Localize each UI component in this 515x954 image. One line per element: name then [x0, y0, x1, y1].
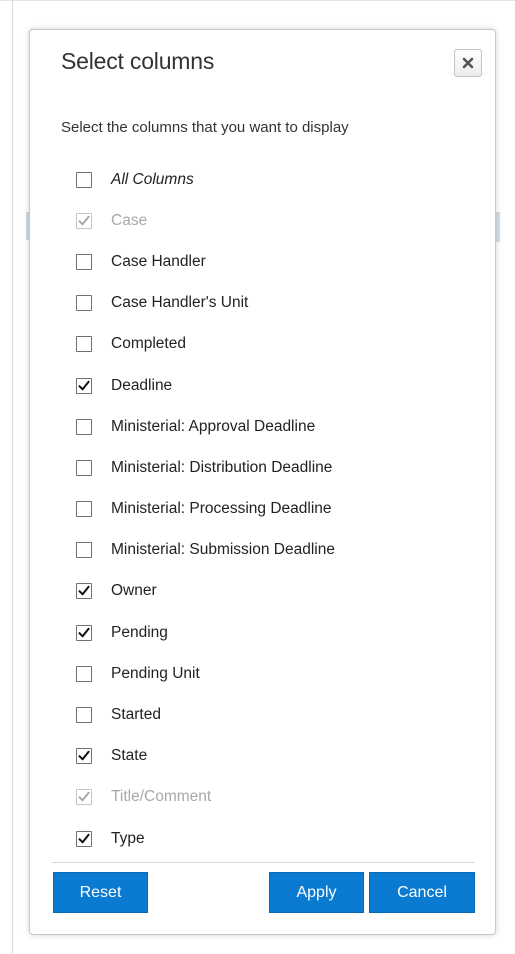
select-columns-dialog: Select columns Select the columns that y…: [29, 29, 496, 935]
column-option-label: Pending: [111, 623, 168, 641]
column-option-label: Pending Unit: [111, 664, 200, 682]
column-option-label: Ministerial: Submission Deadline: [111, 541, 335, 559]
cancel-button[interactable]: Cancel: [369, 872, 475, 913]
checkmark-icon: [78, 586, 90, 596]
column-option[interactable]: All Columns: [76, 159, 476, 200]
column-option[interactable]: Case Handler: [76, 241, 476, 282]
close-x-icon: [462, 57, 474, 69]
column-checkbox[interactable]: [76, 501, 92, 518]
column-option[interactable]: Pending Unit: [76, 653, 476, 694]
close-button[interactable]: [454, 49, 482, 77]
column-option-label: Started: [111, 706, 161, 724]
column-option-label: Case Handler: [111, 252, 206, 270]
column-checkbox: [76, 212, 92, 229]
column-option[interactable]: Ministerial: Approval Deadline: [76, 406, 476, 447]
checkmark-icon: [78, 833, 90, 843]
column-option[interactable]: Pending: [76, 612, 476, 653]
column-checkbox[interactable]: [76, 665, 92, 682]
column-option-label: Case Handler's Unit: [111, 294, 249, 312]
column-option: Title/Comment: [76, 777, 476, 818]
column-option-label: Ministerial: Distribution Deadline: [111, 458, 333, 476]
column-option: Case: [76, 200, 476, 241]
column-option[interactable]: State: [76, 736, 476, 777]
column-option[interactable]: Completed: [76, 324, 476, 365]
column-checkbox[interactable]: [76, 624, 92, 641]
column-checkbox: [76, 789, 92, 806]
column-checkbox[interactable]: [76, 830, 92, 847]
checkmark-icon: [78, 792, 90, 802]
column-checkbox[interactable]: [76, 336, 92, 353]
column-option-label: Title/Comment: [111, 788, 212, 806]
column-checkbox[interactable]: [76, 707, 92, 724]
column-option[interactable]: Deadline: [76, 365, 476, 406]
column-option[interactable]: Ministerial: Distribution Deadline: [76, 447, 476, 488]
checkmark-icon: [78, 627, 90, 637]
column-option[interactable]: Case Handler's Unit: [76, 283, 476, 324]
column-option-label: Deadline: [111, 376, 173, 394]
column-checkbox[interactable]: [76, 171, 92, 188]
column-checkbox[interactable]: [76, 377, 92, 394]
column-option-label: Ministerial: Approval Deadline: [111, 417, 316, 435]
column-option-label: Completed: [111, 335, 186, 353]
column-checkbox[interactable]: [76, 542, 92, 559]
dialog-title: Select columns: [61, 48, 215, 74]
footer-divider: [52, 862, 475, 863]
column-option[interactable]: Ministerial: Submission Deadline: [76, 530, 476, 571]
column-option-label: All Columns: [111, 170, 194, 188]
column-option-label: Type: [111, 829, 145, 847]
column-option[interactable]: Started: [76, 694, 476, 735]
reset-button[interactable]: Reset: [53, 872, 148, 913]
page-left-edge: [12, 0, 13, 954]
column-option[interactable]: Type: [76, 818, 476, 859]
column-checkbox[interactable]: [76, 583, 92, 600]
apply-button[interactable]: Apply: [269, 872, 364, 913]
checkmark-icon: [78, 751, 90, 761]
column-option-label: Case: [111, 211, 148, 229]
column-option[interactable]: Ministerial: Processing Deadline: [76, 489, 476, 530]
background-accent-right: [496, 212, 500, 242]
column-checkbox[interactable]: [76, 295, 92, 312]
column-checkbox[interactable]: [76, 253, 92, 270]
column-checkbox[interactable]: [76, 459, 92, 476]
checkmark-icon: [78, 380, 90, 390]
column-option-label: Owner: [111, 582, 157, 600]
column-checkbox[interactable]: [76, 418, 92, 435]
dialog-instructions: Select the columns that you want to disp…: [61, 119, 349, 136]
column-option-label: State: [111, 747, 148, 765]
column-checkbox[interactable]: [76, 748, 92, 765]
column-option-label: Ministerial: Processing Deadline: [111, 500, 332, 518]
checkmark-icon: [78, 215, 90, 226]
page-top-edge: [0, 0, 515, 1]
column-list: All Columns Case Case Handler Case Handler'…: [76, 159, 476, 859]
column-option[interactable]: Owner: [76, 571, 476, 612]
